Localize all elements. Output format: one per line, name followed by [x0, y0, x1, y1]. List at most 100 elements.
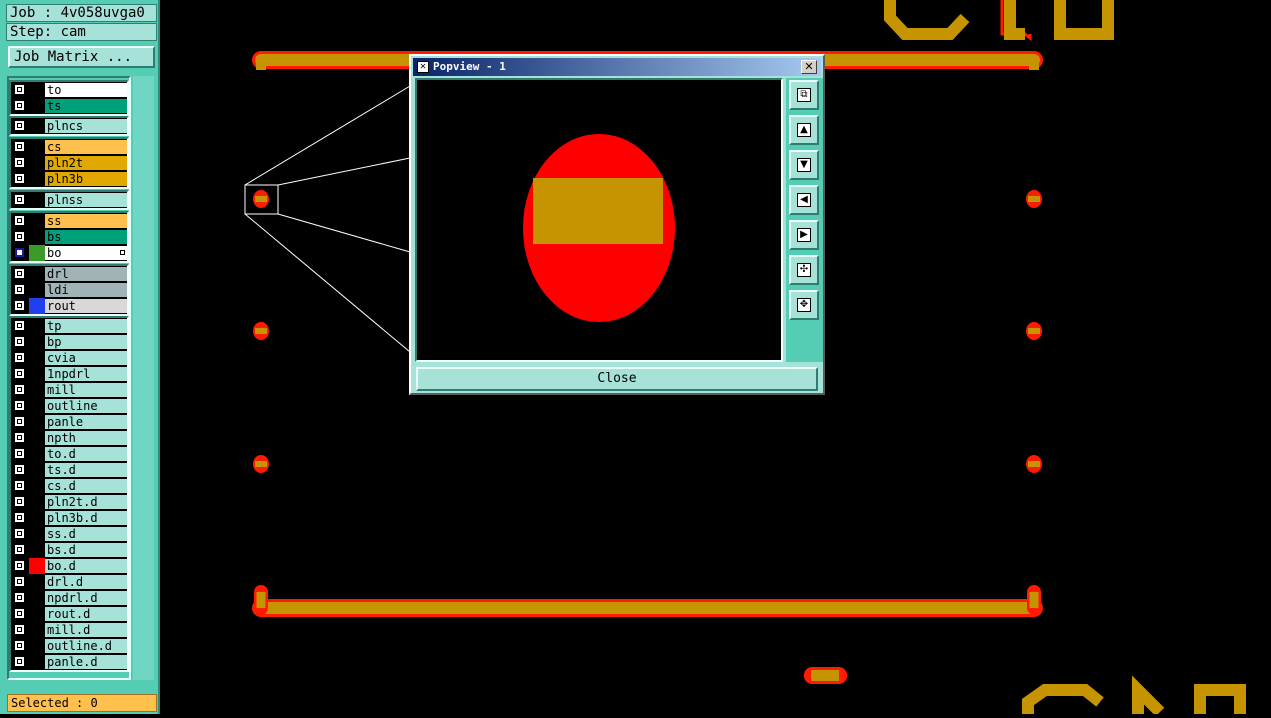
layer-color-swatch[interactable]: [29, 118, 45, 134]
layer-color-swatch[interactable]: [29, 494, 45, 510]
layer-color-swatch[interactable]: [29, 622, 45, 638]
layer-color-swatch[interactable]: [29, 334, 45, 350]
layer-name[interactable]: 1npdrl: [45, 367, 127, 381]
layer-color-swatch[interactable]: [29, 462, 45, 478]
layer-checkbox[interactable]: [14, 100, 25, 111]
layer-checkbox[interactable]: [14, 352, 25, 363]
layer-name[interactable]: plncs: [45, 119, 127, 133]
layer-color-swatch[interactable]: [29, 414, 45, 430]
layer-name[interactable]: panle.d: [45, 655, 127, 669]
layer-checkbox[interactable]: [14, 576, 25, 587]
layer-row-ts-d[interactable]: ts.d: [11, 462, 127, 478]
layer-name[interactable]: bp: [45, 335, 127, 349]
layer-checkbox[interactable]: [14, 416, 25, 427]
layer-color-swatch[interactable]: [29, 171, 45, 187]
layer-row-mill[interactable]: mill: [11, 382, 127, 398]
layer-row-bo[interactable]: bo: [11, 245, 127, 261]
layer-color-swatch[interactable]: [29, 654, 45, 670]
close-icon[interactable]: ✕: [801, 60, 817, 74]
pan-right-button[interactable]: ▶: [789, 220, 819, 250]
layer-checkbox[interactable]: [14, 368, 25, 379]
layer-row-rout-d[interactable]: rout.d: [11, 606, 127, 622]
layer-checkbox[interactable]: [14, 215, 25, 226]
layer-checkbox[interactable]: [14, 268, 25, 279]
layer-color-swatch[interactable]: [29, 213, 45, 229]
layer-color-swatch[interactable]: [29, 606, 45, 622]
layer-row-cvia[interactable]: cvia: [11, 350, 127, 366]
layer-name[interactable]: cs.d: [45, 479, 127, 493]
layer-color-swatch[interactable]: [29, 245, 45, 261]
layer-checkbox[interactable]: [14, 320, 25, 331]
layer-name[interactable]: pln2t: [45, 156, 127, 170]
layer-row-outline-d[interactable]: outline.d: [11, 638, 127, 654]
layer-row-rout[interactable]: rout: [11, 298, 127, 314]
layer-name[interactable]: ss: [45, 214, 127, 228]
layer-checkbox[interactable]: [14, 194, 25, 205]
layer-list-scrollbar[interactable]: [133, 76, 154, 680]
layer-color-swatch[interactable]: [29, 446, 45, 462]
layer-color-swatch[interactable]: [29, 558, 45, 574]
layer-color-swatch[interactable]: [29, 382, 45, 398]
layer-checkbox[interactable]: [14, 528, 25, 539]
layer-name[interactable]: ts: [45, 99, 127, 113]
layer-row-pln2t-d[interactable]: pln2t.d: [11, 494, 127, 510]
layer-name[interactable]: bo: [45, 246, 127, 260]
layer-row-bp[interactable]: bp: [11, 334, 127, 350]
layer-color-swatch[interactable]: [29, 350, 45, 366]
layer-name[interactable]: bs: [45, 230, 127, 244]
layer-name[interactable]: pln2t.d: [45, 495, 127, 509]
layer-name[interactable]: outline.d: [45, 639, 127, 653]
layer-row-pln2t[interactable]: pln2t: [11, 155, 127, 171]
layer-color-swatch[interactable]: [29, 192, 45, 208]
layer-row-1npdrl[interactable]: 1npdrl: [11, 366, 127, 382]
layer-row-pln3b-d[interactable]: pln3b.d: [11, 510, 127, 526]
layer-checkbox[interactable]: [14, 400, 25, 411]
layer-name[interactable]: outline: [45, 399, 127, 413]
layer-color-swatch[interactable]: [29, 98, 45, 114]
layer-checkbox[interactable]: [14, 592, 25, 603]
layer-name[interactable]: drl: [45, 267, 127, 281]
layer-name[interactable]: pln3b.d: [45, 511, 127, 525]
layer-checkbox[interactable]: [14, 173, 25, 184]
layer-color-swatch[interactable]: [29, 526, 45, 542]
zoom-home-button[interactable]: ⧉: [789, 80, 819, 110]
layer-checkbox[interactable]: [14, 480, 25, 491]
layer-checkbox[interactable]: [14, 624, 25, 635]
layer-name[interactable]: rout.d: [45, 607, 127, 621]
layer-color-swatch[interactable]: [29, 638, 45, 654]
layer-checkbox[interactable]: [14, 84, 25, 95]
layer-row-bo-d[interactable]: bo.d: [11, 558, 127, 574]
layer-row-drl[interactable]: drl: [11, 266, 127, 282]
layer-color-swatch[interactable]: [29, 366, 45, 382]
layer-checkbox[interactable]: [14, 640, 25, 651]
layer-name[interactable]: npth: [45, 431, 127, 445]
layer-row-panle-d[interactable]: panle.d: [11, 654, 127, 670]
layer-name[interactable]: to.d: [45, 447, 127, 461]
layer-row-outline[interactable]: outline: [11, 398, 127, 414]
layer-name[interactable]: cs: [45, 140, 127, 154]
layer-row-bs-d[interactable]: bs.d: [11, 542, 127, 558]
layer-row-cs-d[interactable]: cs.d: [11, 478, 127, 494]
layer-row-ss-d[interactable]: ss.d: [11, 526, 127, 542]
layer-name[interactable]: ts.d: [45, 463, 127, 477]
layer-row-tp[interactable]: tp: [11, 318, 127, 334]
layer-name[interactable]: npdrl.d: [45, 591, 127, 605]
popview-canvas[interactable]: [415, 78, 783, 362]
layer-name[interactable]: panle: [45, 415, 127, 429]
layer-name[interactable]: to: [45, 83, 127, 97]
layer-name[interactable]: cvia: [45, 351, 127, 365]
layer-checkbox[interactable]: [14, 464, 25, 475]
popview-close-button[interactable]: Close: [416, 367, 818, 391]
layer-name[interactable]: pln3b: [45, 172, 127, 186]
layer-checkbox[interactable]: [14, 544, 25, 555]
layer-row-pln3b[interactable]: pln3b: [11, 171, 127, 187]
layer-checkbox[interactable]: [14, 560, 25, 571]
layer-checkbox[interactable]: [14, 157, 25, 168]
layer-checkbox[interactable]: [14, 496, 25, 507]
layer-name[interactable]: plnss: [45, 193, 127, 207]
layer-color-swatch[interactable]: [29, 139, 45, 155]
layer-row-panle[interactable]: panle: [11, 414, 127, 430]
pan-left-button[interactable]: ◀: [789, 185, 819, 215]
layer-name[interactable]: tp: [45, 319, 127, 333]
layer-name[interactable]: drl.d: [45, 575, 127, 589]
